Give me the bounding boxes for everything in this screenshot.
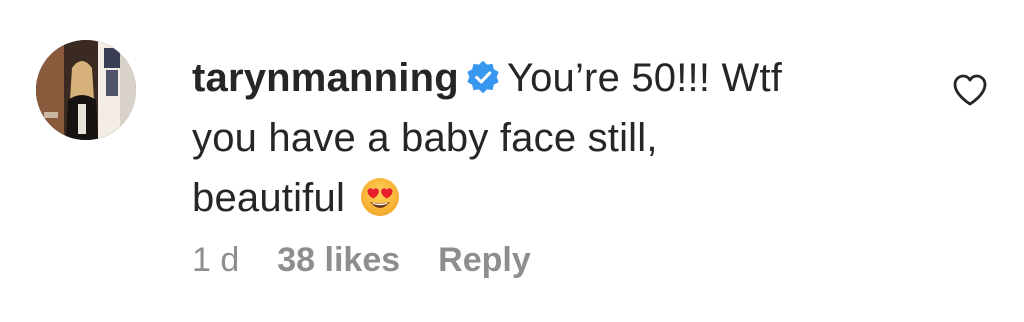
reply-button[interactable]: Reply [438, 236, 531, 284]
likes-count[interactable]: 38 likes [277, 236, 400, 284]
heart-outline-icon[interactable] [950, 70, 990, 110]
username-link[interactable]: tarynmanning [192, 56, 459, 100]
verified-badge-icon [467, 60, 499, 94]
avatar[interactable] [36, 40, 136, 140]
comment-text-line-1: You’re 50!!! Wtf [506, 56, 783, 100]
comment-item: tarynmanning You’re 50!!! Wtf you have a… [0, 0, 1024, 322]
timestamp[interactable]: 1 d [192, 236, 239, 284]
comment-meta: 1 d 38 likes Reply [192, 236, 531, 284]
comment-body: tarynmanning You’re 50!!! Wtf you have a… [192, 48, 932, 228]
comment-text-line-2: you have a baby face still, [192, 116, 658, 160]
heart-eyes-emoji [361, 178, 400, 216]
avatar-photo [36, 40, 136, 140]
comment-text-line-3: beautiful [192, 176, 346, 220]
